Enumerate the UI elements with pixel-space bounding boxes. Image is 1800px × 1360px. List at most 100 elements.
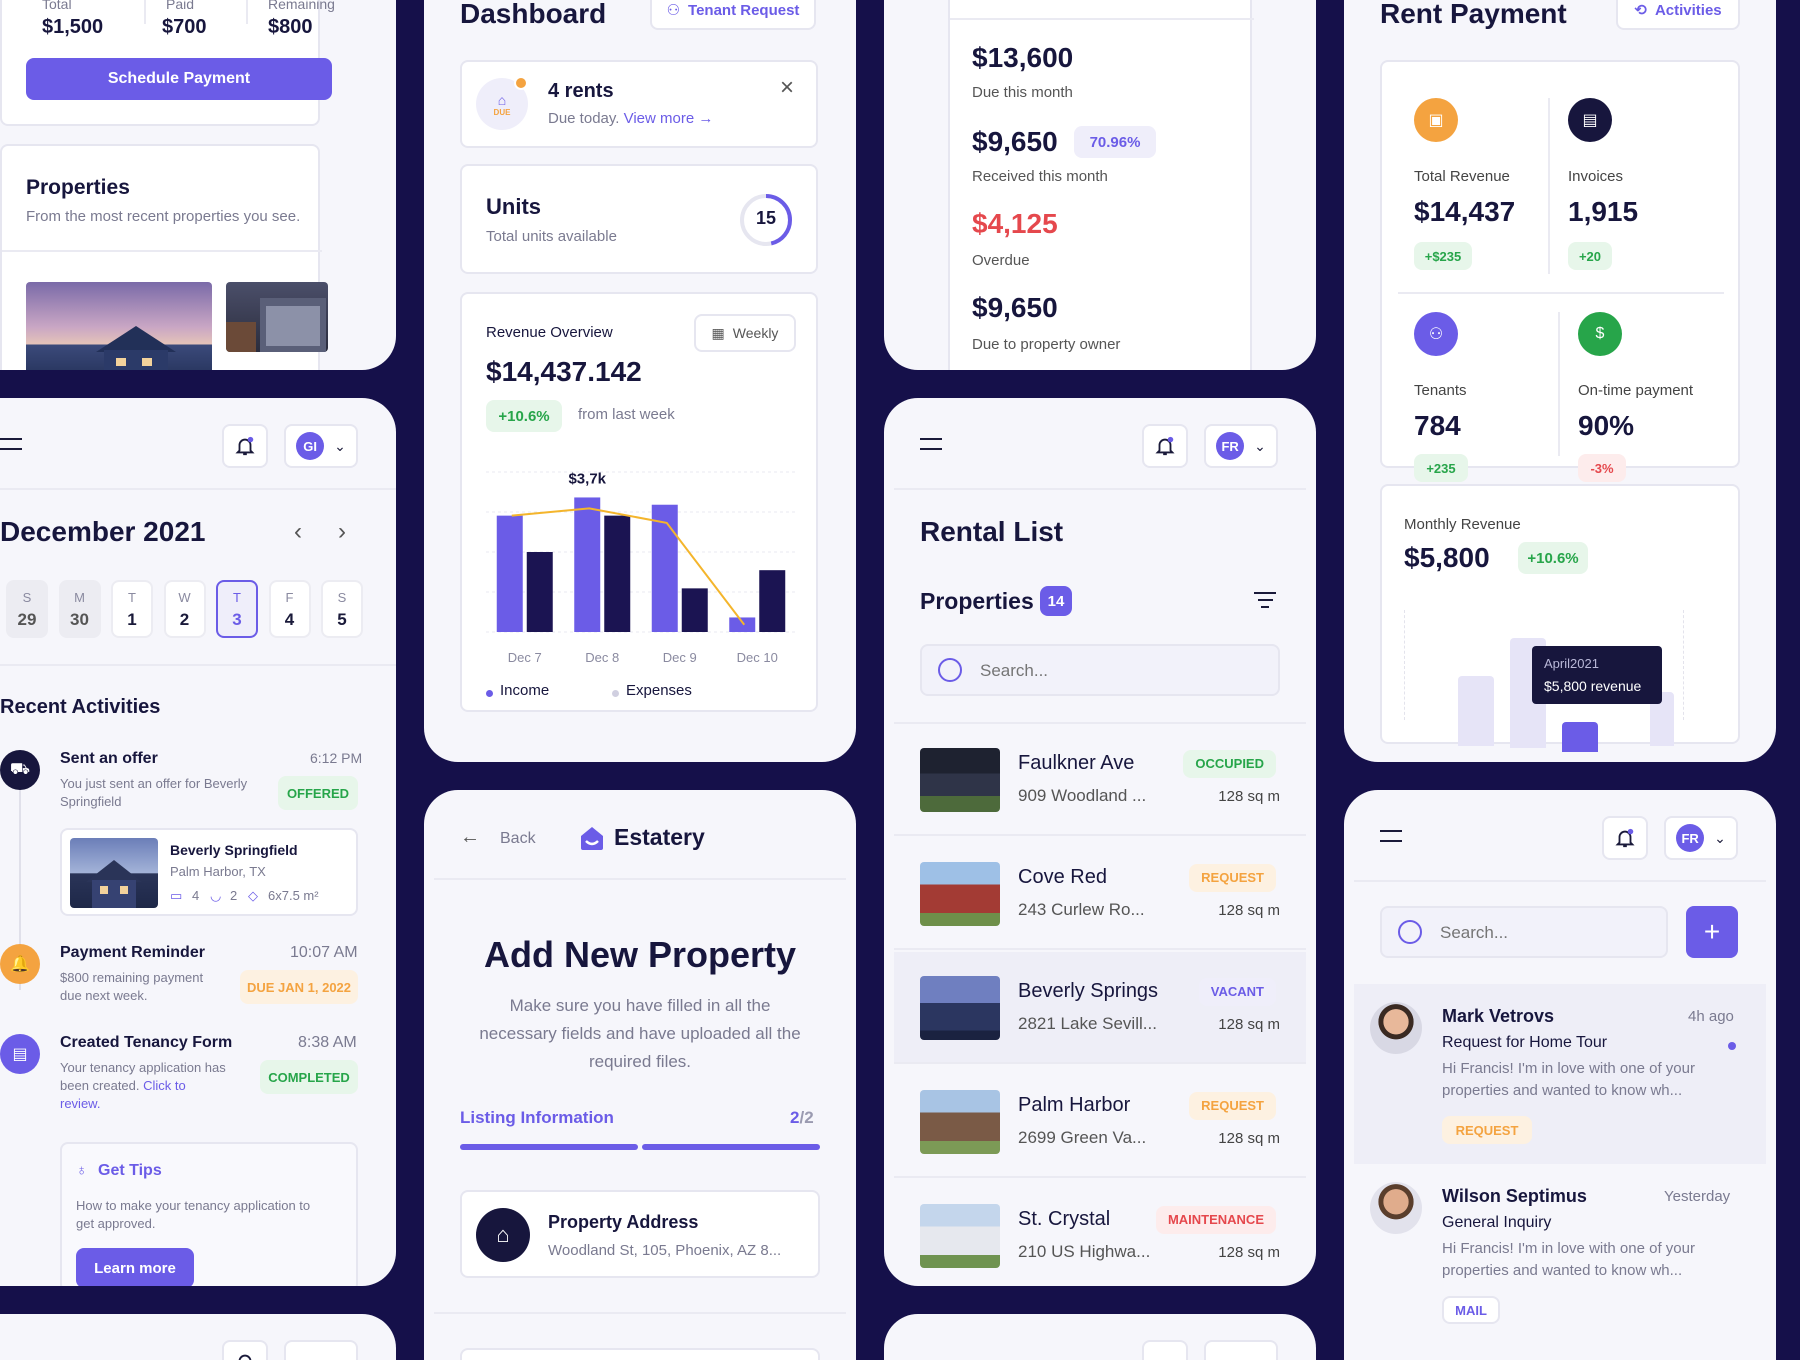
stat-delta: -3%: [1578, 454, 1626, 482]
stats-panel: ▣ Total Revenue $14,437 +$235 ▤ Invoices…: [1380, 60, 1740, 482]
notification-button[interactable]: [1142, 424, 1188, 468]
message-tag: MAIL: [1442, 1296, 1500, 1324]
header-stub-card: [0, 1314, 396, 1360]
menu-icon[interactable]: [920, 438, 944, 450]
estatery-logo-icon: [581, 827, 603, 850]
arrow-left-icon[interactable]: ←: [460, 826, 480, 849]
search-input[interactable]: [1440, 920, 1650, 946]
divider: [894, 488, 1306, 490]
tenant-request-button[interactable]: ⚇ Tenant Request: [650, 0, 816, 30]
profile-dropdown[interactable]: FR ⌄: [1204, 424, 1278, 468]
revenue-value: $14,437.142: [486, 356, 642, 387]
stat-value: 90%: [1578, 410, 1635, 441]
day-of-week: S: [22, 590, 32, 605]
rent-summary-card: $13,600 Due this month $9,650 70.96% Rec…: [884, 0, 1316, 370]
rental-list-item[interactable]: St. Crystal 210 US Highwa... 128 sq m MAINT…: [894, 1180, 1306, 1286]
calendar-day[interactable]: M 30: [58, 580, 101, 638]
divider: [894, 834, 1306, 836]
day-number: 30: [70, 610, 89, 629]
schedule-payment-button[interactable]: Schedule Payment: [26, 58, 332, 100]
month-bar: [1458, 676, 1494, 746]
close-icon[interactable]: ×: [780, 74, 794, 102]
divider: [0, 664, 396, 666]
total-label: Total: [42, 0, 72, 12]
offer-property-card[interactable]: Beverly Springfield Palm Harbor, TX ▭ 4 …: [60, 828, 358, 916]
x-tick-label: Dec 8: [585, 650, 619, 665]
chevron-right-icon[interactable]: ›: [338, 518, 346, 546]
rent-summary-panel: $13,600 Due this month $9,650 70.96% Rec…: [948, 0, 1254, 370]
menu-icon[interactable]: [0, 438, 24, 450]
profile-dropdown[interactable]: GI ⌄: [284, 424, 358, 468]
rental-list-item[interactable]: Faulkner Ave 909 Woodland ... 128 sq m OCCU…: [894, 724, 1306, 836]
rental-list-item[interactable]: Palm Harbor 2699 Green Va... 128 sq m REQUE…: [894, 1066, 1306, 1178]
expenses-bar: [526, 552, 553, 632]
search-field[interactable]: [1380, 906, 1668, 958]
calendar-day[interactable]: T1: [111, 580, 153, 638]
divider: [2, 250, 322, 252]
add-button[interactable]: +: [1686, 906, 1738, 958]
property-address: 243 Curlew Ro...: [1018, 900, 1145, 919]
calendar-day[interactable]: F4: [268, 580, 311, 638]
activities-card: GI ⌄ December 2021 ‹ › S 29 M 30 T 1 W 2 T 3 F 4 S 5 …: [0, 398, 396, 1286]
notification-button[interactable]: [222, 424, 268, 468]
area-icon: ◇: [248, 888, 258, 903]
filter-icon[interactable]: [1254, 592, 1276, 608]
legend-dot-income: [486, 690, 493, 697]
rental-list-card: FR ⌄ Rental List Properties 14 Faulkner …: [884, 398, 1316, 1286]
profile-dropdown[interactable]: FR ⌄: [1664, 816, 1738, 860]
header-stub-card: [884, 1314, 1316, 1360]
status-badge: VACANT: [1198, 978, 1276, 1006]
menu-icon[interactable]: [1380, 830, 1404, 842]
notification-button[interactable]: [222, 1340, 268, 1360]
property-photo: [920, 1204, 1000, 1268]
income-bar: [729, 617, 756, 632]
property-name: Cove Red: [1018, 866, 1107, 888]
message-time: Yesterday: [1664, 1188, 1731, 1205]
house-illustration: [96, 326, 176, 370]
notice-text: Due today. View more →: [548, 110, 714, 127]
calendar-day[interactable]: S 29: [6, 580, 48, 638]
status-badge: COMPLETED: [260, 1060, 358, 1094]
property-address-field[interactable]: ⌂ Property Address Woodland St, 105, Pho…: [460, 1190, 820, 1278]
divider: [894, 1062, 1306, 1064]
back-link[interactable]: Back: [500, 830, 536, 848]
chevron-left-icon[interactable]: ‹: [294, 518, 302, 546]
due-value: $13,600: [972, 42, 1074, 73]
owner-label: Due to property owner: [972, 336, 1121, 353]
search-input[interactable]: [980, 658, 1260, 684]
page-title: Dashboard: [460, 0, 607, 29]
invoice-icon: ▤: [1568, 98, 1612, 142]
tooltip-value: $5,800 revenue: [1544, 678, 1642, 694]
next-field[interactable]: [460, 1348, 820, 1360]
peak-data-label: $3,7k: [568, 470, 606, 487]
notification-button[interactable]: [1602, 816, 1648, 860]
profile-dropdown[interactable]: [284, 1340, 358, 1360]
property-photo[interactable]: [226, 282, 328, 352]
learn-more-button[interactable]: Learn more: [76, 1248, 194, 1286]
expenses-bar: [604, 515, 631, 632]
calendar-day-selected[interactable]: T3: [216, 580, 258, 638]
activity-title: Sent an offer: [60, 750, 158, 767]
review-link[interactable]: Click to: [143, 1078, 186, 1093]
payment-summary-card: Total Paid Remaining $1,500 $700 $800 Sc…: [0, 0, 396, 370]
chart-tooltip: April2021 $5,800 revenue: [1532, 646, 1662, 704]
search-field[interactable]: [920, 644, 1280, 696]
review-link[interactable]: review.: [60, 1096, 100, 1111]
rental-list-item[interactable]: Beverly Springs 2821 Lake Sevill... 128 sq…: [894, 952, 1306, 1064]
legend-expenses: Expenses: [626, 682, 692, 699]
property-photo[interactable]: [26, 282, 212, 370]
chevron-down-icon: ⌄: [334, 437, 346, 454]
calendar-day[interactable]: S5: [321, 580, 363, 638]
property-size: 128 sq m: [1218, 1016, 1280, 1033]
view-more-link[interactable]: View more →: [624, 110, 714, 127]
activities-button[interactable]: ⟲ Activities: [1616, 0, 1740, 30]
address-title: Property Address: [548, 1212, 699, 1232]
add-property-card: ← Back Estatery Add New Property Make su…: [424, 790, 856, 1360]
x-tick-label: Dec 10: [737, 650, 778, 665]
rental-list-item[interactable]: Cove Red 243 Curlew Ro... 128 sq m REQUEST: [894, 838, 1306, 950]
profile-dropdown[interactable]: [1204, 1340, 1278, 1360]
period-select[interactable]: ▦ Weekly: [694, 314, 796, 352]
expenses-bar: [759, 570, 786, 632]
notification-button[interactable]: [1142, 1340, 1188, 1360]
calendar-day[interactable]: W2: [163, 580, 206, 638]
